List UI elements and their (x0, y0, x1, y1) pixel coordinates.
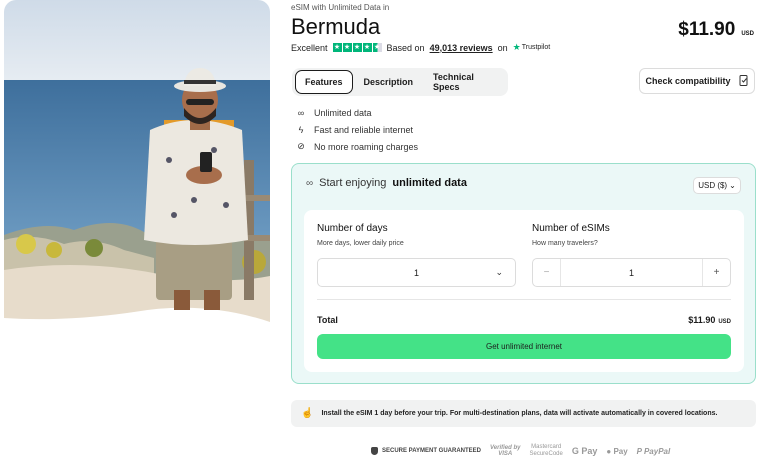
payment-methods: SECURE PAYMENT GUARANTEED Verified by VI… (371, 444, 670, 458)
get-unlimited-internet-button[interactable]: Get unlimited internet (317, 334, 731, 359)
star-icon: ★ (332, 43, 342, 52)
star-icon: ★ (342, 43, 352, 52)
apple-icon: ● (606, 446, 612, 456)
hand-pointer-icon: ☝ (301, 408, 314, 419)
paypal-icon: P (636, 446, 642, 456)
tab-description[interactable]: Description (355, 71, 423, 93)
price-currency: USD (741, 31, 754, 37)
shield-icon (371, 447, 378, 455)
esims-stepper: − 1 + (532, 258, 731, 287)
feature-item: ∞ Unlimited data (297, 107, 372, 118)
install-notice: ☝ Install the eSIM 1 day before your tri… (291, 400, 756, 427)
days-label: Number of days (317, 223, 388, 234)
plan-config: Number of days More days, lower daily pr… (304, 210, 744, 372)
total-currency: USD (718, 319, 731, 325)
days-value: 1 (413, 267, 419, 278)
check-compatibility-label: Check compatibility (645, 76, 731, 86)
notice-text: Install the eSIM 1 day before your trip.… (321, 410, 718, 417)
infinity-icon: ∞ (297, 107, 305, 118)
trustpilot-star-icon: ★ (512, 42, 521, 52)
mastercard-securecode-logo: Mastercard SecureCode (529, 444, 563, 457)
verified-by-visa-logo: Verified by VISA (490, 445, 521, 457)
esims-label: Number of eSIMs (532, 223, 610, 234)
price: $11.90 USD (678, 19, 754, 41)
esims-sublabel: How many travelers? (532, 240, 598, 247)
decrement-button[interactable]: − (533, 259, 561, 286)
increment-button[interactable]: + (702, 259, 730, 286)
infinity-icon: ∞ (306, 177, 314, 189)
currency-select[interactable]: USD ($) ⌄ (693, 177, 741, 194)
reviews-link[interactable]: 49,013 reviews (430, 43, 493, 53)
star-half-icon: ★ (372, 43, 382, 52)
trustpilot-logo: ★ Trustpilot (512, 42, 551, 52)
star-icon: ★ (352, 43, 362, 52)
no-roaming-icon: ⊘ (297, 141, 305, 151)
apple-pay-logo: ● Pay (606, 446, 628, 456)
product-panel: eSIM with Unlimited Data in Bermuda $11.… (291, 0, 756, 460)
total-label: Total (317, 315, 338, 325)
bolt-icon: ϟ (298, 124, 304, 135)
star-icon: ★ (362, 43, 372, 52)
total-amount: $11.90 (688, 315, 716, 325)
hero-photo (4, 0, 270, 322)
card-heading: ∞ Start enjoying unlimited data (306, 177, 467, 189)
rating-based-on: Based on (386, 42, 425, 53)
tab-technical-specs[interactable]: Technical Specs (424, 66, 505, 98)
days-sublabel: More days, lower daily price (317, 240, 404, 247)
product-tabs: Features Description Technical Specs (292, 68, 508, 96)
trustpilot-rating: Excellent ★ ★ ★ ★ ★ Based on 49,013 revi… (291, 42, 550, 53)
paypal-logo: P PayPal (636, 446, 671, 456)
esims-value[interactable]: 1 (561, 268, 702, 278)
feature-item: ⊘ No more roaming charges (297, 141, 419, 152)
google-pay-logo: G Pay (571, 446, 598, 456)
check-compatibility-button[interactable]: Check compatibility (639, 68, 755, 94)
page-title: Bermuda (291, 14, 381, 39)
price-amount: $11.90 (678, 19, 736, 40)
feature-list: ∞ Unlimited data ϟ Fast and reliable int… (296, 104, 418, 155)
tab-features[interactable]: Features (295, 70, 353, 94)
rating-on: on (497, 42, 508, 53)
feature-item: ϟ Fast and reliable internet (296, 121, 418, 138)
secure-payment: SECURE PAYMENT GUARANTEED (371, 447, 481, 455)
product-eyebrow: eSIM with Unlimited Data in (291, 3, 390, 12)
chevron-down-icon: ⌄ (495, 267, 503, 277)
days-select[interactable]: 1 ⌄ (317, 258, 516, 287)
phone-check-icon (739, 74, 749, 88)
rating-label: Excellent (291, 42, 328, 53)
rating-stars: ★ ★ ★ ★ ★ (332, 43, 382, 52)
chevron-down-icon: ⌄ (729, 181, 736, 190)
plan-card: ∞ Start enjoying unlimited data USD ($) … (291, 163, 756, 384)
divider (317, 299, 731, 300)
total-value: $11.90 USD (688, 315, 731, 325)
